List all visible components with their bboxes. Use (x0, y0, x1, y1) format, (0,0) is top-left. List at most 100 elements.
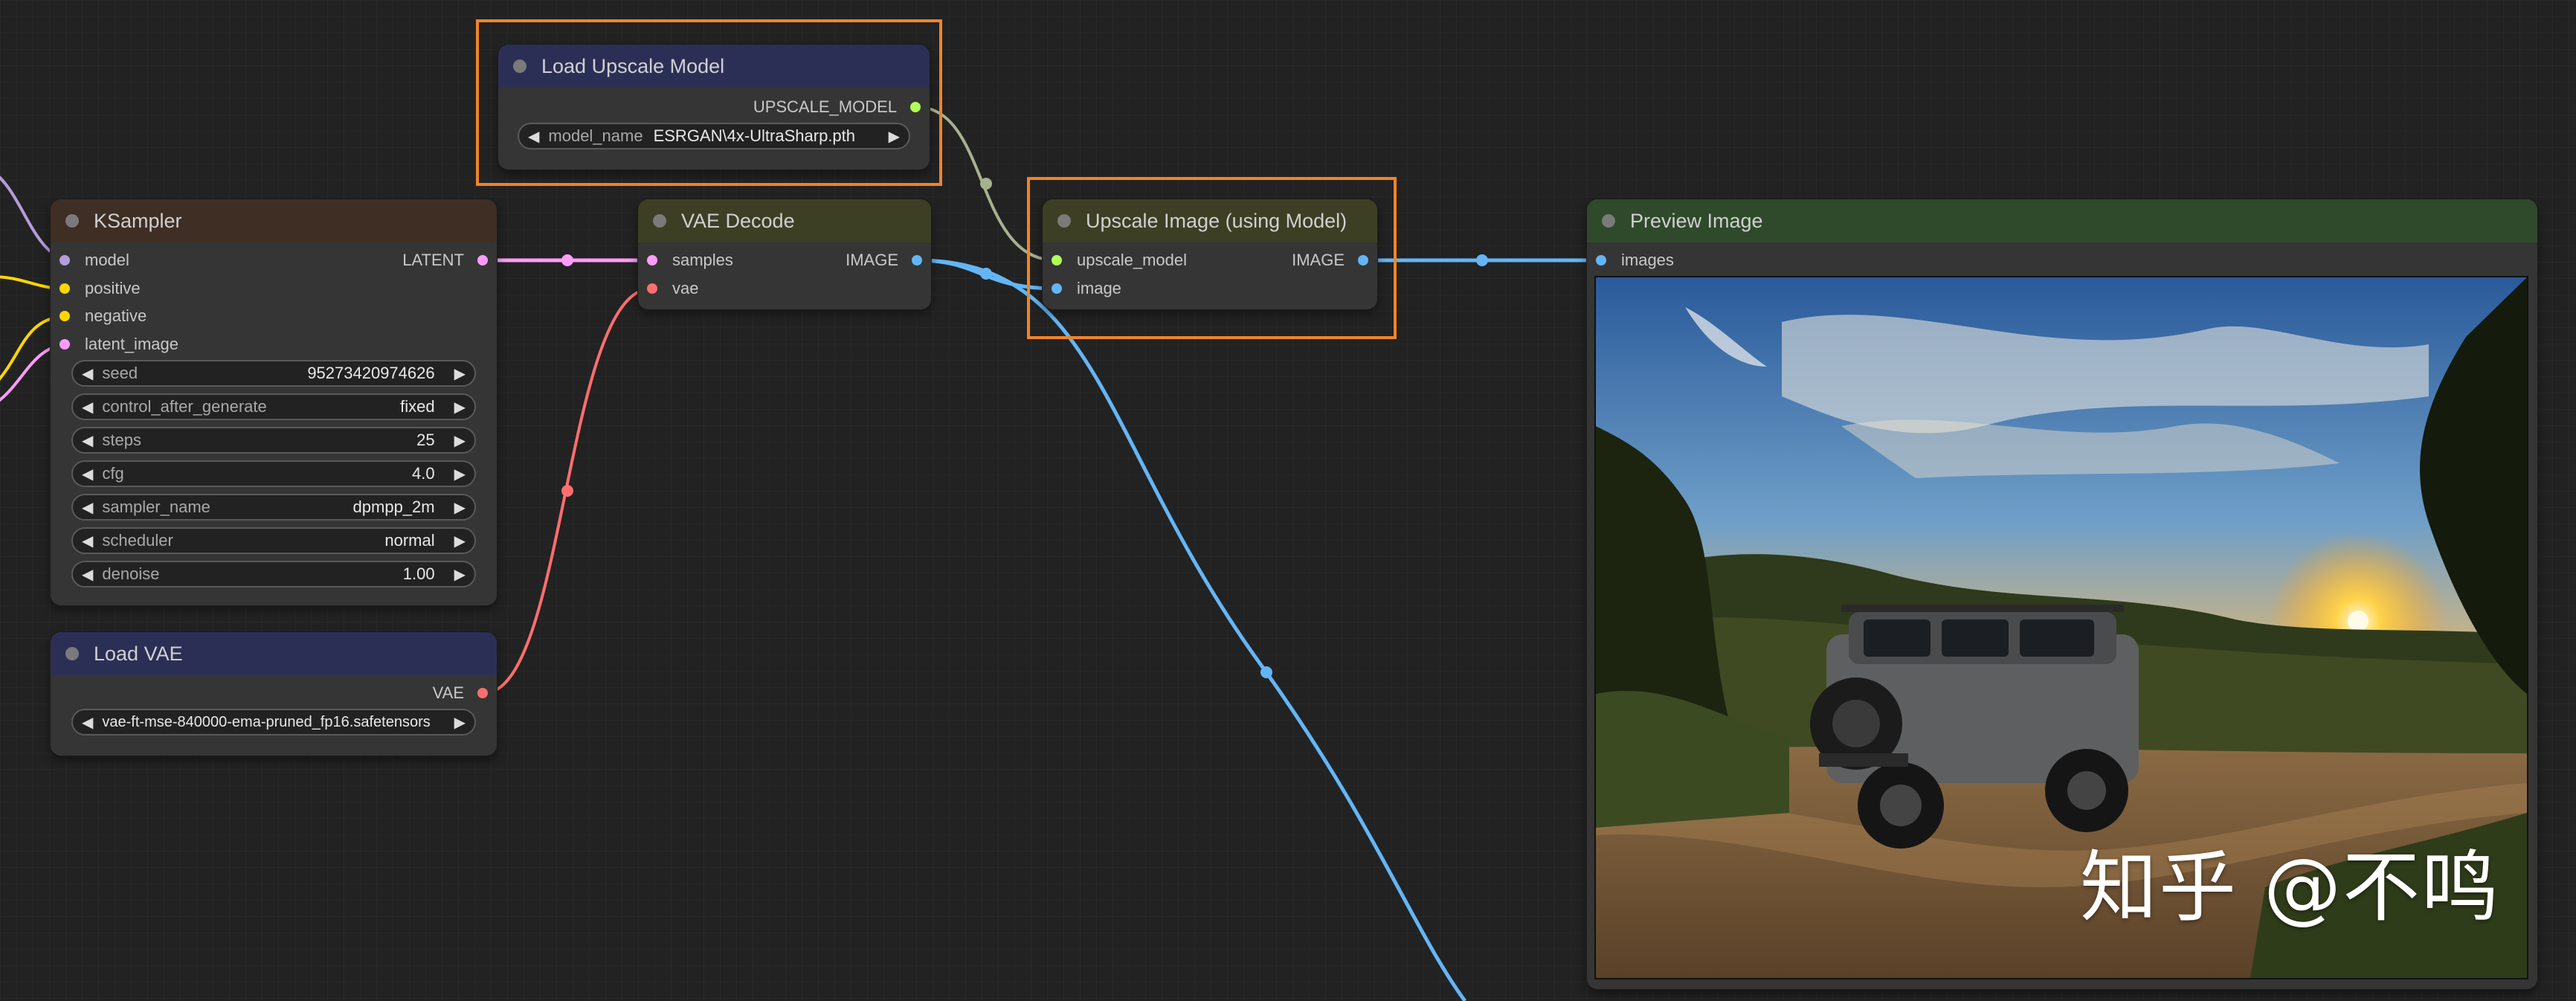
collapse-dot-icon[interactable] (1057, 214, 1071, 228)
slot-dot-icon[interactable] (1052, 283, 1062, 294)
node-title-bar[interactable]: Upscale Image (using Model) (1043, 199, 1377, 242)
slot-label: negative (85, 306, 147, 325)
increment-arrow-icon[interactable]: ▶ (445, 364, 474, 383)
node-title-bar[interactable]: Preview Image (1587, 199, 2537, 242)
slot-dot-icon[interactable] (647, 255, 657, 265)
slot-dot-icon[interactable] (910, 102, 921, 112)
slot-dot-icon[interactable] (912, 255, 922, 265)
slot-dot-icon[interactable] (59, 311, 70, 321)
decrement-arrow-icon[interactable]: ◀ (73, 565, 102, 584)
widget-value[interactable]: 1.00 (159, 564, 445, 584)
widget-value[interactable]: 4.0 (124, 464, 445, 483)
slot-dot-icon[interactable] (1052, 255, 1062, 265)
input-slot-image[interactable]: image (1052, 276, 1121, 301)
decrement-arrow-icon[interactable]: ◀ (73, 713, 102, 732)
widget-control-after-generate[interactable]: ◀ control_after_generate fixed ▶ (71, 393, 476, 420)
node-title: Load VAE (94, 642, 183, 665)
slot-label: image (1077, 279, 1121, 297)
decrement-arrow-icon[interactable]: ◀ (73, 364, 102, 383)
output-slot-latent[interactable]: LATENT (402, 248, 488, 273)
decrement-arrow-icon[interactable]: ◀ (73, 498, 102, 517)
widget-scheduler[interactable]: ◀ scheduler normal ▶ (71, 527, 476, 554)
slot-dot-icon[interactable] (59, 339, 70, 350)
slot-dot-icon[interactable] (1596, 255, 1606, 265)
slot-dot-icon[interactable] (477, 255, 488, 265)
preview-image-output[interactable]: 知乎 @不鸣 (1594, 276, 2528, 979)
widget-model-name[interactable]: ◀ model_name ESRGAN\4x-UltraSharp.pth ▶ (518, 123, 910, 149)
input-slot-samples[interactable]: samples (647, 248, 733, 273)
node-title: Upscale Image (using Model) (1086, 209, 1347, 232)
node-title-bar[interactable]: Load Upscale Model (498, 45, 930, 88)
node-graph-canvas[interactable]: KSampler model positive negative latent_… (0, 0, 2576, 1001)
increment-arrow-icon[interactable]: ▶ (445, 431, 474, 450)
increment-arrow-icon[interactable]: ▶ (445, 498, 474, 517)
input-slot-latent-image[interactable]: latent_image (59, 332, 178, 357)
collapse-dot-icon[interactable] (65, 214, 79, 228)
collapse-dot-icon[interactable] (65, 647, 79, 660)
input-slot-vae[interactable]: vae (647, 276, 698, 301)
vae-decode-node[interactable]: VAE Decode samples vae IMAGE (638, 199, 931, 309)
widget-label: steps (102, 431, 141, 449)
decrement-arrow-icon[interactable]: ◀ (73, 398, 102, 416)
upscale-image-node[interactable]: Upscale Image (using Model) upscale_mode… (1043, 199, 1377, 309)
load-vae-node[interactable]: Load VAE VAE ◀ vae-ft-mse-840000-ema-pru… (51, 632, 497, 756)
input-slot-model[interactable]: model (59, 248, 129, 273)
collapse-dot-icon[interactable] (513, 59, 527, 73)
node-title: VAE Decode (681, 209, 795, 232)
slot-dot-icon[interactable] (59, 283, 70, 294)
increment-arrow-icon[interactable]: ▶ (445, 565, 474, 584)
slot-label: samples (672, 251, 733, 269)
ksampler-node[interactable]: KSampler model positive negative latent_… (51, 199, 497, 605)
collapse-dot-icon[interactable] (653, 214, 666, 228)
decrement-arrow-icon[interactable]: ◀ (73, 532, 102, 550)
decrement-arrow-icon[interactable]: ◀ (73, 431, 102, 450)
node-title-bar[interactable]: KSampler (51, 199, 497, 242)
slot-dot-icon[interactable] (477, 688, 488, 698)
node-title-bar[interactable]: Load VAE (51, 632, 497, 675)
widget-label: scheduler (102, 531, 173, 550)
input-slot-upscale-model[interactable]: upscale_model (1052, 248, 1187, 273)
widget-value[interactable]: ESRGAN\4x-UltraSharp.pth (643, 126, 880, 146)
widget-cfg[interactable]: ◀ cfg 4.0 ▶ (71, 460, 476, 487)
slot-dot-icon[interactable] (1358, 255, 1368, 265)
decrement-arrow-icon[interactable]: ◀ (73, 465, 102, 483)
decrement-arrow-icon[interactable]: ◀ (519, 127, 548, 146)
widget-steps[interactable]: ◀ steps 25 ▶ (71, 427, 476, 454)
widget-seed[interactable]: ◀ seed 95273420974626 ▶ (71, 360, 476, 387)
widget-denoise[interactable]: ◀ denoise 1.00 ▶ (71, 561, 476, 588)
watermark: 知乎 @不鸣 (2079, 842, 2500, 933)
widget-value[interactable]: dpmpp_2m (210, 498, 445, 517)
widget-value[interactable]: 95273420974626 (138, 364, 445, 383)
widget-sampler-name[interactable]: ◀ sampler_name dpmpp_2m ▶ (71, 494, 476, 521)
input-slot-positive[interactable]: positive (59, 276, 141, 301)
slot-dot-icon[interactable] (647, 283, 657, 294)
input-slot-negative[interactable]: negative (59, 303, 146, 329)
node-title-bar[interactable]: VAE Decode (638, 199, 931, 242)
widget-label: seed (102, 364, 138, 382)
increment-arrow-icon[interactable]: ▶ (445, 398, 474, 416)
load-upscale-model-node[interactable]: Load Upscale Model UPSCALE_MODEL ◀ model… (498, 45, 930, 170)
widget-value[interactable]: 25 (141, 431, 445, 450)
output-slot-image[interactable]: IMAGE (1292, 248, 1368, 273)
input-slot-images[interactable]: images (1596, 248, 1674, 273)
wire-vae (483, 287, 652, 695)
increment-arrow-icon[interactable]: ▶ (445, 713, 474, 732)
output-slot-upscale-model[interactable]: UPSCALE_MODEL (753, 94, 921, 120)
wire-midpoint (980, 178, 992, 190)
widget-value[interactable]: normal (173, 531, 445, 550)
slot-label: upscale_model (1077, 251, 1187, 269)
output-slot-image[interactable]: IMAGE (846, 248, 922, 273)
widget-vae-name[interactable]: ◀ vae-ft-mse-840000-ema-pruned_fp16.safe… (71, 709, 476, 736)
collapse-dot-icon[interactable] (1602, 214, 1615, 228)
slot-dot-icon[interactable] (59, 255, 70, 265)
widget-value[interactable]: vae-ft-mse-840000-ema-pruned_fp16.safete… (102, 714, 445, 731)
output-slot-vae[interactable]: VAE (433, 680, 488, 706)
slot-label: model (85, 251, 129, 269)
node-title: Load Upscale Model (541, 54, 725, 77)
increment-arrow-icon[interactable]: ▶ (880, 127, 909, 146)
increment-arrow-icon[interactable]: ▶ (445, 465, 474, 483)
wire-midpoint (1260, 666, 1272, 678)
widget-value[interactable]: fixed (267, 397, 445, 416)
increment-arrow-icon[interactable]: ▶ (445, 532, 474, 550)
widget-label: sampler_name (102, 498, 210, 516)
